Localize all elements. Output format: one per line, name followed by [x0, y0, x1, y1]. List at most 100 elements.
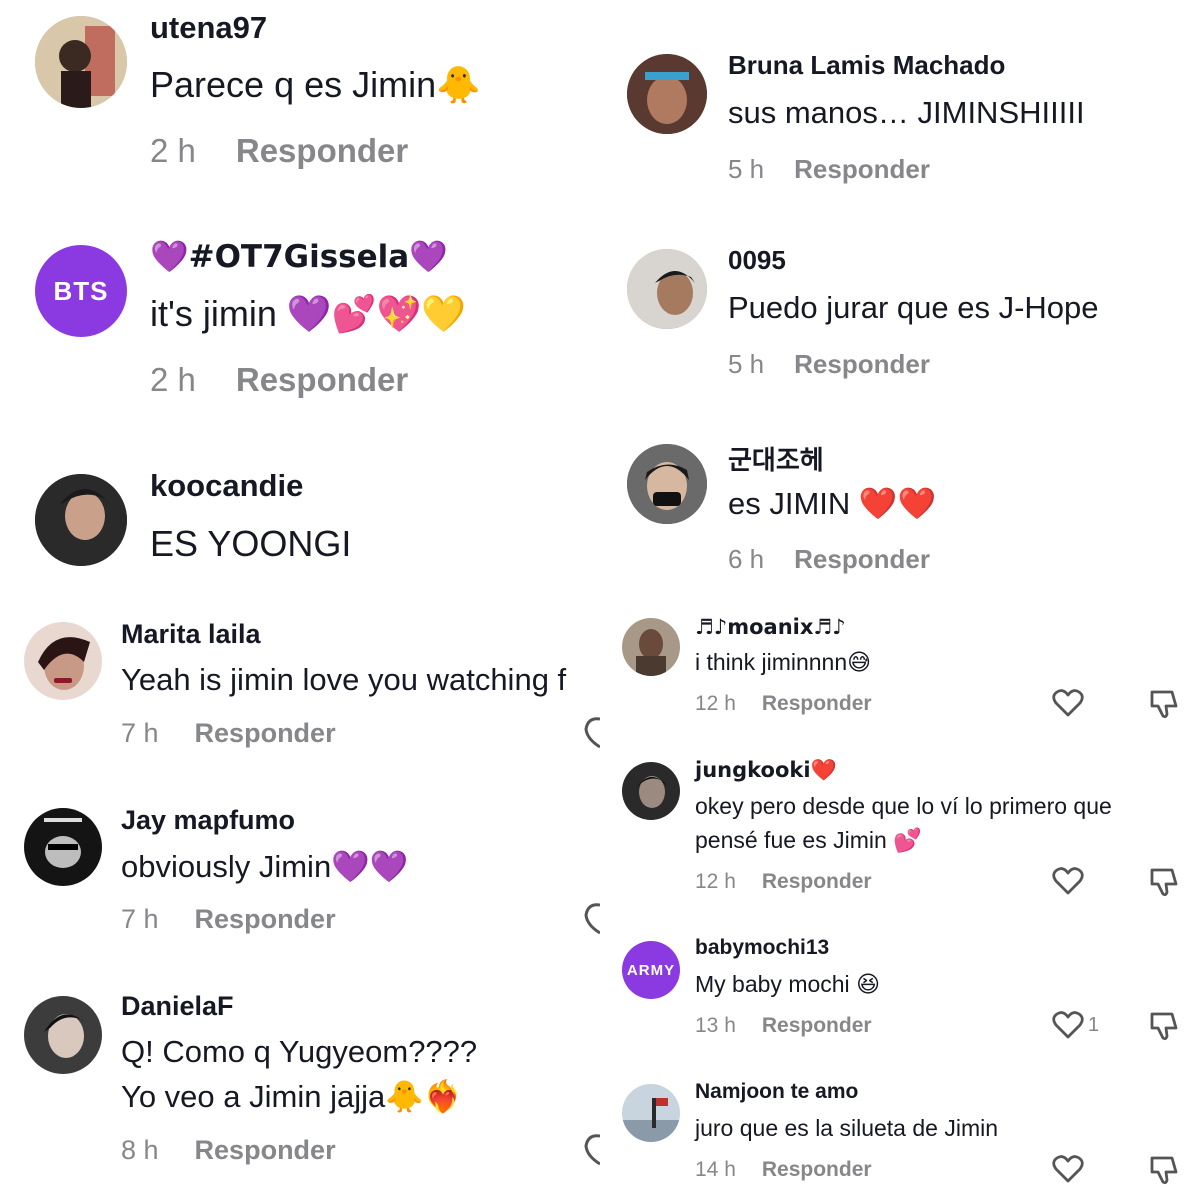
timestamp: 12 h [695, 692, 736, 715]
comments-panel-bottom-left: Marita laila Yeah is jimin love you watc… [0, 600, 600, 1200]
dislike-icon[interactable] [1148, 688, 1180, 720]
reply-button[interactable]: Responder [762, 1014, 872, 1037]
laughing-emoji: 😆 [856, 972, 881, 998]
reply-button[interactable]: Responder [195, 718, 336, 748]
comment-text: i think jiminnnn😅 [695, 649, 872, 676]
username[interactable]: koocandie [150, 468, 303, 504]
timestamp: 2 h [150, 361, 196, 398]
timestamp: 2 h [150, 132, 196, 169]
comment-text: Parece q es Jimin🐥 [150, 64, 481, 106]
like-icon-partial[interactable] [583, 715, 600, 749]
avatar[interactable] [622, 762, 680, 820]
avatar[interactable]: BTS [35, 245, 127, 337]
username[interactable]: babymochi13 [695, 936, 829, 960]
comment-meta: 7 h Responder [121, 904, 336, 935]
timestamp: 13 h [695, 1014, 736, 1037]
avatar[interactable] [627, 249, 707, 329]
comment-meta: 2 h Responder [150, 361, 408, 399]
avatar[interactable] [627, 54, 707, 134]
reply-button[interactable]: Responder [195, 1135, 336, 1165]
comments-panel-bottom-right: ♬♪moanix♬♪ i think jiminnnn😅 12 h Respond… [600, 600, 1200, 1200]
username[interactable]: 군대조헤 [728, 440, 824, 477]
two-hearts-emoji: 💕 [893, 828, 922, 854]
reply-button[interactable]: Responder [762, 870, 872, 893]
avatar-initials: ARMY [626, 961, 676, 979]
comment-text-line1: Q! Como q Yugyeom???? [121, 1034, 478, 1069]
hearts-emoji: 💜💕💖💛 [286, 294, 467, 335]
username[interactable]: 0095 [728, 245, 786, 276]
avatar[interactable] [622, 1084, 680, 1142]
username[interactable]: Bruna Lamis Machado [728, 50, 1005, 81]
reply-button[interactable]: Responder [236, 361, 408, 398]
username[interactable]: Marita laila [121, 619, 261, 650]
comment-meta: 5 h Responder [728, 154, 930, 185]
comment-text-line1: okey pero desde que lo ví lo primero que [695, 793, 1112, 819]
timestamp: 12 h [695, 870, 736, 893]
comment-text: ES YOONGI [150, 523, 352, 564]
avatar[interactable] [627, 444, 707, 524]
avatar[interactable] [24, 808, 102, 886]
avatar[interactable] [35, 16, 127, 108]
username[interactable]: jungkooki❤️ [695, 758, 837, 783]
comment-meta: 6 h Responder [728, 544, 930, 575]
reply-button[interactable]: Responder [794, 544, 930, 574]
username[interactable]: 💜#OT7Gissela💜 [150, 238, 448, 275]
timestamp: 6 h [728, 544, 765, 574]
comment-text: sus manos… JIMINSHIIIII [728, 95, 1085, 130]
comment-text-line2: pensé fue es Jimin 💕 [695, 827, 922, 854]
avatar[interactable] [24, 996, 102, 1074]
avatar[interactable]: ARMY [622, 941, 680, 999]
comment-text: es JIMIN ❤️❤️ [728, 486, 937, 522]
avatar[interactable] [622, 618, 680, 676]
comment-text: obviously Jimin💜💜 [121, 849, 409, 885]
comment-text-line2: Yo veo a Jimin jajja🐥❤️‍🔥 [121, 1079, 463, 1115]
comments-panel-top-right: Bruna Lamis Machado sus manos… JIMINSHII… [600, 0, 1200, 600]
username[interactable]: Namjoon te amo [695, 1080, 858, 1104]
comment-meta: 7 h Responder [121, 718, 336, 749]
comment-meta: 13 h Responder [695, 1014, 872, 1038]
timestamp: 5 h [728, 154, 765, 184]
comment-text: it's jimin 💜💕💖💛 [150, 293, 467, 335]
heart-icon[interactable] [1052, 866, 1084, 896]
timestamp: 8 h [121, 1135, 159, 1165]
username[interactable]: Jay mapfumo [121, 805, 295, 836]
reply-button[interactable]: Responder [794, 349, 930, 379]
comment-meta: 14 h Responder [695, 1158, 872, 1182]
reply-button[interactable]: Responder [794, 154, 930, 184]
comments-panel-top-left: utena97 Parece q es Jimin🐥 2 h Responder … [0, 0, 600, 600]
dislike-icon[interactable] [1148, 866, 1180, 898]
comment-meta: 12 h Responder [695, 870, 872, 894]
hearts-emoji: ❤️❤️ [858, 486, 937, 522]
timestamp: 7 h [121, 718, 159, 748]
like-icon-partial[interactable] [583, 1132, 600, 1166]
heart-icon[interactable] [1052, 688, 1084, 718]
timestamp: 5 h [728, 349, 765, 379]
comment-meta: 2 h Responder [150, 132, 408, 170]
username[interactable]: ♬♪moanix♬♪ [695, 615, 846, 639]
reply-button[interactable]: Responder [762, 692, 872, 715]
comment-text: juro que es la silueta de Jimin [695, 1115, 998, 1141]
comment-meta: 5 h Responder [728, 349, 930, 380]
like-count: 1 [1088, 1014, 1100, 1036]
comment-meta: 12 h Responder [695, 692, 872, 716]
heart-icon[interactable] [1052, 1010, 1084, 1040]
reply-button[interactable]: Responder [236, 132, 408, 169]
username[interactable]: utena97 [150, 10, 267, 46]
like-icon-partial[interactable] [583, 901, 600, 935]
avatar-initials: BTS [53, 275, 109, 306]
avatar[interactable] [35, 474, 127, 566]
dislike-icon[interactable] [1148, 1154, 1180, 1186]
sweat-smile-emoji: 😅 [847, 650, 872, 676]
dislike-icon[interactable] [1148, 1010, 1180, 1042]
timestamp: 7 h [121, 904, 159, 934]
username[interactable]: DanielaF [121, 991, 234, 1022]
reply-button[interactable]: Responder [195, 904, 336, 934]
reply-button[interactable]: Responder [762, 1158, 872, 1181]
avatar[interactable] [24, 622, 102, 700]
purple-hearts-emoji: 💜💜 [331, 849, 409, 885]
comment-text: Yeah is jimin love you watching f [121, 662, 567, 697]
comment-text: Puedo jurar que es J-Hope [728, 290, 1099, 325]
chick-fire-heart-emoji: 🐥❤️‍🔥 [385, 1079, 463, 1115]
heart-icon[interactable] [1052, 1154, 1084, 1184]
chick-emoji: 🐥 [436, 65, 481, 106]
